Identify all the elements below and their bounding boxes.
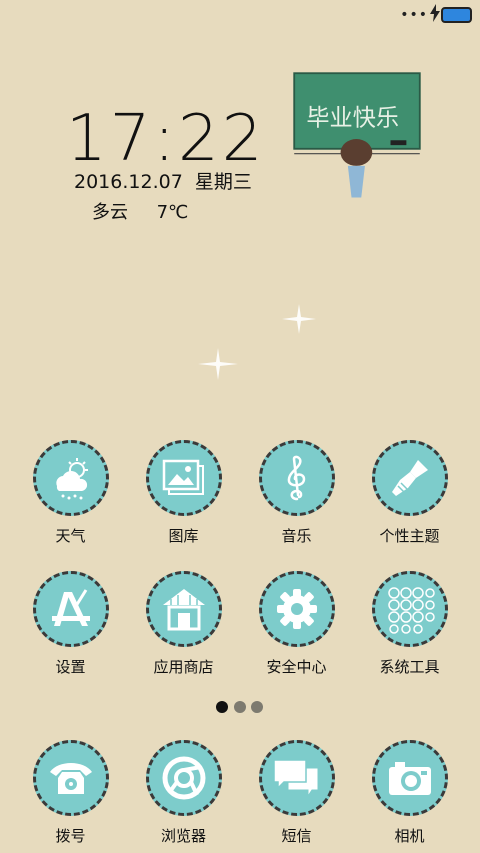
battery-icon — [441, 7, 472, 23]
weather-temperature: 7℃ — [156, 202, 189, 223]
app-system-tools[interactable]: 系统工具 — [353, 571, 466, 677]
app-settings[interactable]: 设置 — [14, 571, 127, 677]
app-label: 安全中心 — [266, 658, 327, 676]
app-label: 短信 — [281, 827, 312, 845]
app-dialer[interactable]: 拨号 — [14, 740, 127, 846]
app-label: 天气 — [55, 527, 86, 545]
security-gear-icon — [258, 571, 335, 647]
date-text: 2016.12.07 — [74, 171, 183, 193]
app-music[interactable]: 音乐 — [240, 440, 353, 546]
camera-icon — [371, 740, 448, 816]
app-security-center[interactable]: 安全中心 — [240, 571, 353, 677]
app-label: 个性主题 — [379, 527, 440, 545]
system-tools-icon — [371, 571, 448, 647]
page-dot[interactable] — [234, 701, 246, 713]
charging-bolt-icon — [430, 4, 440, 22]
app-label: 图库 — [168, 527, 199, 545]
status-bar: ••• — [0, 0, 480, 28]
theme-brush-icon — [371, 440, 448, 516]
app-label: 拨号 — [55, 827, 86, 845]
browser-icon — [145, 740, 222, 816]
app-label: 应用商店 — [153, 658, 214, 676]
sparkle-decoration — [282, 304, 316, 334]
app-label: 系统工具 — [379, 658, 440, 676]
app-label: 设置 — [55, 658, 86, 676]
weather-icon — [32, 440, 109, 516]
gallery-icon — [145, 440, 222, 516]
app-store[interactable]: 应用商店 — [127, 571, 240, 677]
app-camera[interactable]: 相机 — [353, 740, 466, 846]
page-dot[interactable] — [251, 701, 263, 713]
app-weather[interactable]: 天气 — [14, 440, 127, 546]
chalkboard-text: 毕业快乐 — [306, 106, 399, 132]
page-dot-active[interactable] — [216, 701, 228, 713]
music-icon — [258, 440, 335, 516]
app-gallery[interactable]: 图库 — [127, 440, 240, 546]
weekday-text: 星期三 — [194, 171, 252, 193]
messages-icon — [258, 740, 335, 816]
clock-date: 2016.12.07 星期三 — [74, 167, 252, 194]
app-label: 音乐 — [281, 527, 312, 545]
weather-condition: 多云 — [92, 202, 128, 223]
app-label: 相机 — [394, 827, 425, 845]
page-indicator[interactable] — [216, 701, 266, 713]
app-messages[interactable]: 短信 — [240, 740, 353, 846]
phone-icon — [32, 740, 109, 816]
weather-summary[interactable]: 多云 7℃ — [92, 198, 188, 224]
app-browser[interactable]: 浏览器 — [127, 740, 240, 846]
settings-icon — [32, 571, 109, 647]
chalkboard-illustration: 毕业快乐 — [293, 72, 421, 198]
app-label: 浏览器 — [160, 827, 206, 845]
clock-time[interactable]: 17:22 — [66, 104, 265, 174]
sparkle-decoration — [198, 348, 238, 380]
app-themes[interactable]: 个性主题 — [353, 440, 466, 546]
app-store-icon — [145, 571, 222, 647]
signal-dots-icon: ••• — [400, 7, 428, 23]
